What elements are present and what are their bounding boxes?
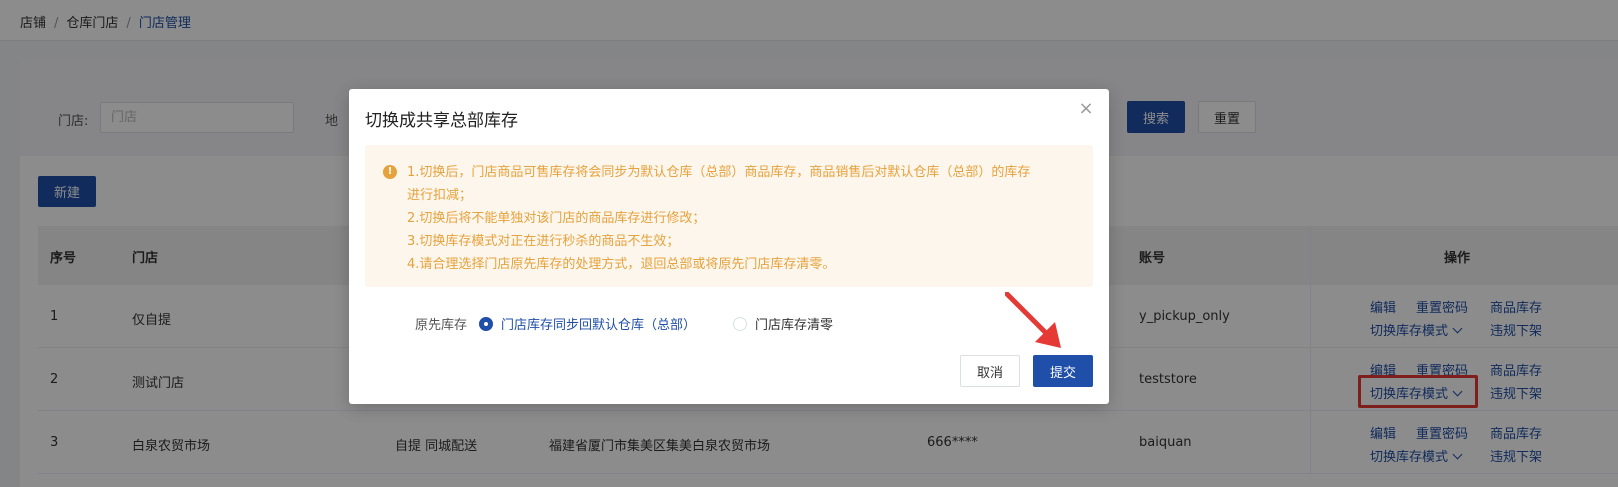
alert-line: 进行扣减； <box>407 188 473 203</box>
submit-button[interactable]: 提交 <box>1033 355 1093 387</box>
alert-line: 4.请合理选择门店原先库存的处理方式，退回总部或将原先门店库存清零。 <box>407 257 836 272</box>
warning-icon: ! <box>383 165 397 179</box>
alert-line: 1.切换后，门店商品可售库存将会同步为默认仓库（总部）商品库存，商品销售后对默认… <box>407 165 1031 180</box>
radio-sync-to-default[interactable] <box>479 316 494 331</box>
alert-line: 3.切换库存模式对正在进行秒杀的商品不生效； <box>407 234 680 249</box>
alert-line: 2.切换后将不能单独对该门店的商品库存进行修改； <box>407 211 706 226</box>
dialog-title: 切换成共享总部库存 <box>365 111 518 131</box>
radio-clear-label[interactable]: 门店库存清零 <box>755 314 833 333</box>
original-stock-radio-group: 原先库存 门店库存同步回默认仓库（总部） 门店库存清零 <box>415 314 870 333</box>
radio-group-label: 原先库存 <box>415 318 468 333</box>
cancel-button[interactable]: 取消 <box>960 355 1020 387</box>
radio-clear-stock[interactable] <box>733 316 748 331</box>
annotation-arrow-icon <box>1005 292 1061 348</box>
close-icon[interactable]: × <box>1078 100 1094 118</box>
switch-stock-dialog: 切换成共享总部库存 × ! 1.切换后，门店商品可售库存将会同步为默认仓库（总部… <box>349 89 1109 404</box>
radio-sync-label[interactable]: 门店库存同步回默认仓库（总部） <box>501 314 696 333</box>
warning-alert: ! 1.切换后，门店商品可售库存将会同步为默认仓库（总部）商品库存，商品销售后对… <box>365 145 1093 287</box>
